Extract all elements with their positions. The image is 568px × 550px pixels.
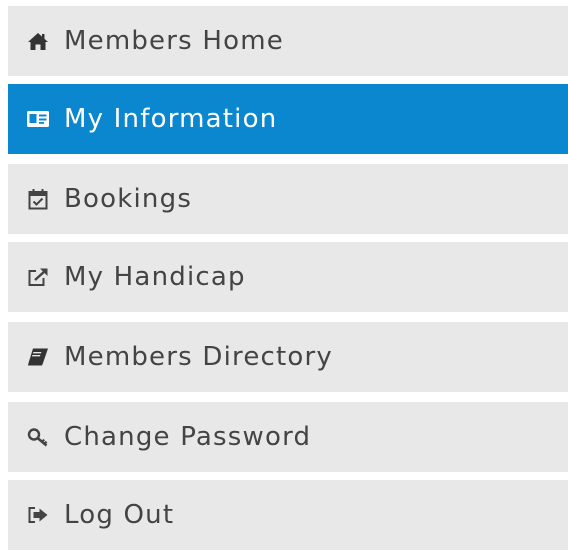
menu-item-change-password[interactable]: Change Password (8, 402, 568, 472)
menu-item-label: My Handicap (64, 262, 246, 292)
menu-item-label: Bookings (64, 184, 193, 214)
menu-item-my-information[interactable]: My Information (8, 84, 568, 154)
sign-out-icon (26, 503, 50, 527)
calendar-check-icon (26, 187, 50, 211)
menu-item-bookings[interactable]: Bookings (8, 164, 568, 234)
members-sidebar-menu: Members Home My Information Bookings My … (0, 0, 568, 550)
menu-item-label: Members Directory (64, 342, 333, 372)
menu-item-label: My Information (64, 104, 278, 134)
menu-item-members-directory[interactable]: Members Directory (8, 322, 568, 392)
id-card-icon (26, 107, 50, 131)
book-icon (26, 345, 50, 369)
menu-item-members-home[interactable]: Members Home (8, 6, 568, 76)
external-link-icon (26, 265, 50, 289)
home-icon (26, 29, 50, 53)
menu-item-label: Members Home (64, 26, 284, 56)
menu-item-label: Change Password (64, 422, 312, 452)
menu-item-my-handicap[interactable]: My Handicap (8, 242, 568, 312)
menu-item-label: Log Out (64, 500, 175, 530)
key-icon (26, 425, 50, 449)
menu-item-log-out[interactable]: Log Out (8, 480, 568, 550)
